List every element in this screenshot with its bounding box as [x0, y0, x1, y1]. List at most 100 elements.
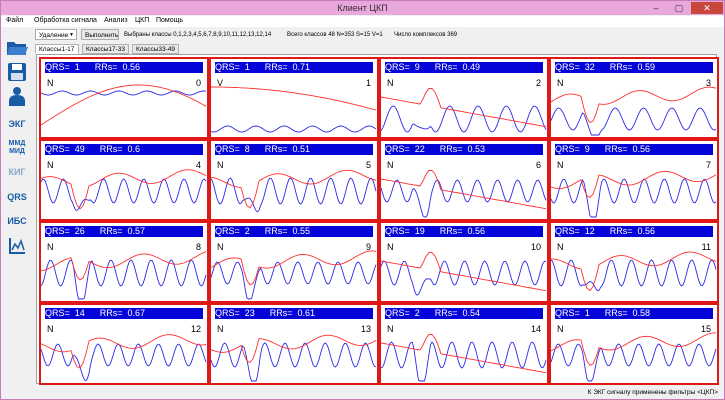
qrs-prefix: QRS=	[215, 144, 245, 154]
class-number: 6	[535, 160, 541, 170]
panel-header: QRS= 9 RRs= 0.49	[385, 62, 543, 73]
class-panel[interactable]: QRS= 32 RRs= 0.59 N 3	[549, 57, 719, 139]
beat-type-label: N	[217, 160, 224, 170]
class-number: 15	[700, 324, 711, 334]
menu-help[interactable]: Помощь	[156, 17, 183, 24]
class-panel[interactable]: QRS= 12 RRs= 0.56 N 11	[549, 221, 719, 303]
kig-button[interactable]: КИГ	[3, 159, 31, 185]
blue-trace	[41, 343, 207, 382]
folder-icon	[7, 42, 28, 55]
rrs-prefix: RRs=	[249, 62, 293, 72]
tab-classes-17-33[interactable]: Классы17-33	[82, 44, 129, 54]
red-trace	[381, 169, 547, 210]
class-number: 9	[365, 242, 371, 252]
class-number: 8	[195, 242, 201, 252]
red-trace	[551, 170, 717, 199]
rrs-prefix: RRs=	[79, 62, 123, 72]
class-panel[interactable]: QRS= 22 RRs= 0.53 N 6	[379, 139, 549, 221]
execute-button[interactable]: Выполнить	[81, 29, 119, 40]
rrs-prefix: RRs=	[419, 308, 463, 318]
qrs-prefix: QRS=	[45, 226, 75, 236]
class-panel[interactable]: QRS= 9 RRs= 0.49 N 2	[379, 57, 549, 139]
beat-type-label: N	[387, 160, 394, 170]
class-number: 10	[530, 242, 541, 252]
class-panel[interactable]: QRS= 1 RRs= 0.56 N 0	[39, 57, 209, 139]
ecg-plot	[211, 250, 377, 300]
ecg-plot	[551, 170, 717, 218]
class-panel[interactable]: QRS= 14 RRs= 0.67 N 12	[39, 303, 209, 385]
floppy-disk-icon	[8, 63, 26, 81]
patient-button[interactable]	[3, 83, 31, 109]
red-trace	[41, 84, 207, 126]
red-trace	[41, 169, 207, 210]
class-panel[interactable]: QRS= 8 RRs= 0.51 N 5	[209, 139, 379, 221]
qrs-prefix: QRS=	[45, 308, 75, 318]
class-panel[interactable]: QRS= 1 RRs= 0.58 N 15	[549, 303, 719, 385]
class-number: 0	[195, 78, 201, 88]
ibs-button[interactable]: ИБС	[3, 208, 31, 234]
menu-signal-processing[interactable]: Обработка сигнала	[34, 17, 97, 24]
class-panel[interactable]: QRS= 49 RRs= 0.6 N 4	[39, 139, 209, 221]
rrs-prefix: RRs=	[249, 144, 293, 154]
status-bar: К ЭКГ сигналу применены фильтры <ЦКП>	[1, 387, 724, 399]
ekg-button[interactable]: ЭКГ	[3, 111, 31, 137]
class-number: 14	[530, 324, 541, 334]
ecg-plot	[41, 169, 207, 211]
qrs-prefix: QRS=	[215, 62, 245, 72]
minimize-button[interactable]: –	[646, 2, 666, 14]
class-number: 7	[705, 160, 711, 170]
class-number: 2	[535, 78, 541, 88]
panel-header: QRS= 1 RRs= 0.58	[555, 308, 713, 319]
beat-type-label: N	[557, 78, 564, 88]
app-window: Клиент ЦКП – ▢ ✕ Файл Обработка сигнала …	[0, 0, 725, 400]
class-panel[interactable]: QRS= 2 RRs= 0.54 N 14	[379, 303, 549, 385]
close-button[interactable]: ✕	[691, 2, 723, 14]
mmd-button[interactable]: ММД МИД	[3, 135, 31, 161]
class-panel[interactable]: QRS= 26 RRs= 0.57 N 8	[39, 221, 209, 303]
rrs-value: 0.58	[632, 308, 651, 318]
panel-header: QRS= 23 RRs= 0.61	[215, 308, 373, 319]
rrs-prefix: RRs=	[589, 144, 633, 154]
qrs-count: 22	[414, 144, 425, 154]
qrs-prefix: QRS=	[555, 226, 585, 236]
red-trace	[381, 87, 547, 128]
class-panel[interactable]: QRS= 2 RRs= 0.55 N 9	[209, 221, 379, 303]
maximize-button[interactable]: ▢	[669, 2, 689, 14]
ecg-plot	[381, 333, 547, 382]
class-panel[interactable]: QRS= 1 RRs= 0.71 V 1	[209, 57, 379, 139]
open-folder-button[interactable]	[3, 35, 31, 61]
selected-classes-text: Выбраны классы 0,1,2,3,4,5,6,7,8,9,10,11…	[124, 32, 272, 38]
qrs-prefix: QRS=	[45, 62, 75, 72]
rrs-value: 0.51	[292, 144, 311, 154]
qrs-count: 19	[414, 226, 425, 236]
rrs-value: 0.57	[127, 226, 146, 236]
qrs-button[interactable]: QRS	[3, 184, 31, 210]
rrs-prefix: RRs=	[419, 62, 463, 72]
class-panel[interactable]: QRS= 23 RRs= 0.61 N 13	[209, 303, 379, 385]
menu-file[interactable]: Файл	[6, 17, 23, 24]
qrs-prefix: QRS=	[215, 226, 245, 236]
red-trace	[211, 86, 377, 111]
complex-count-text: Число комплексов 369	[394, 32, 458, 38]
chart-button[interactable]	[3, 233, 31, 259]
rrs-value: 0.54	[462, 308, 481, 318]
title-bar[interactable]: Клиент ЦКП – ▢ ✕	[1, 1, 724, 15]
tab-classes-33-49[interactable]: Классы33-49	[132, 44, 179, 54]
total-classes-text: Всего классов 48 N=353 S=15 V=1	[287, 32, 383, 38]
rrs-prefix: RRs=	[249, 226, 293, 236]
save-button[interactable]	[3, 59, 31, 85]
panel-header: QRS= 1 RRs= 0.56	[45, 62, 203, 73]
mode-select[interactable]: Удаление ▼	[35, 29, 77, 40]
class-panel[interactable]: QRS= 19 RRs= 0.56 N 10	[379, 221, 549, 303]
beat-type-label: N	[557, 160, 564, 170]
class-panel[interactable]: QRS= 9 RRs= 0.56 N 7	[549, 139, 719, 221]
red-trace	[551, 86, 717, 124]
menu-ckp[interactable]: ЦКП	[135, 17, 149, 24]
menu-analysis[interactable]: Анализ	[104, 17, 128, 24]
rrs-value: 0.61	[297, 308, 316, 318]
red-trace	[551, 332, 717, 366]
rrs-prefix: RRs=	[424, 144, 468, 154]
tab-classes-1-17[interactable]: Классы1-17	[35, 44, 79, 54]
rrs-prefix: RRs=	[84, 308, 128, 318]
panel-header: QRS= 9 RRs= 0.56	[555, 144, 713, 155]
